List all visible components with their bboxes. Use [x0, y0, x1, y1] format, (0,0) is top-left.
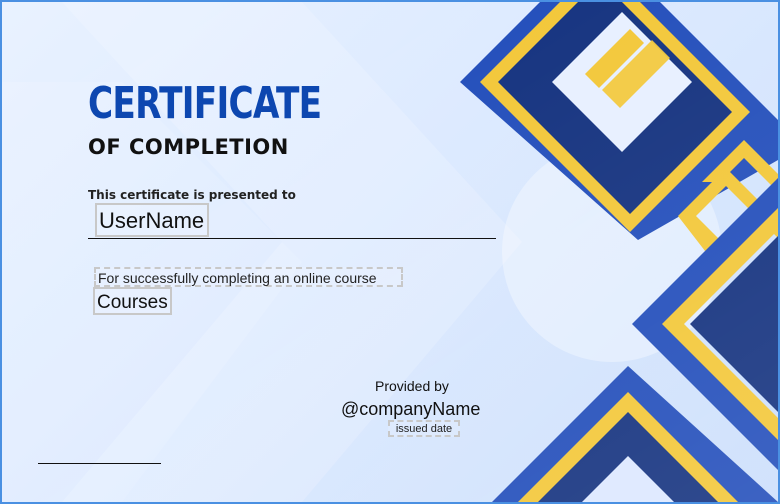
certificate-subtitle: OF COMPLETION: [88, 135, 289, 159]
course-description-field[interactable]: For successfully completing an online co…: [94, 267, 403, 287]
provided-by-label: Provided by: [375, 378, 449, 394]
courses-field[interactable]: Courses: [93, 287, 172, 315]
issued-date-field[interactable]: issued date: [388, 420, 460, 437]
presented-to-label: This certificate is presented to: [88, 188, 296, 202]
name-underline: [88, 238, 496, 239]
username-field[interactable]: UserName: [95, 203, 209, 237]
company-name: @companyName: [341, 399, 481, 419]
certificate-canvas: CERTIFICATE OF COMPLETION This certifica…: [0, 0, 780, 504]
certificate-title: CERTIFICATE: [88, 78, 322, 129]
signature-line: [38, 463, 161, 464]
